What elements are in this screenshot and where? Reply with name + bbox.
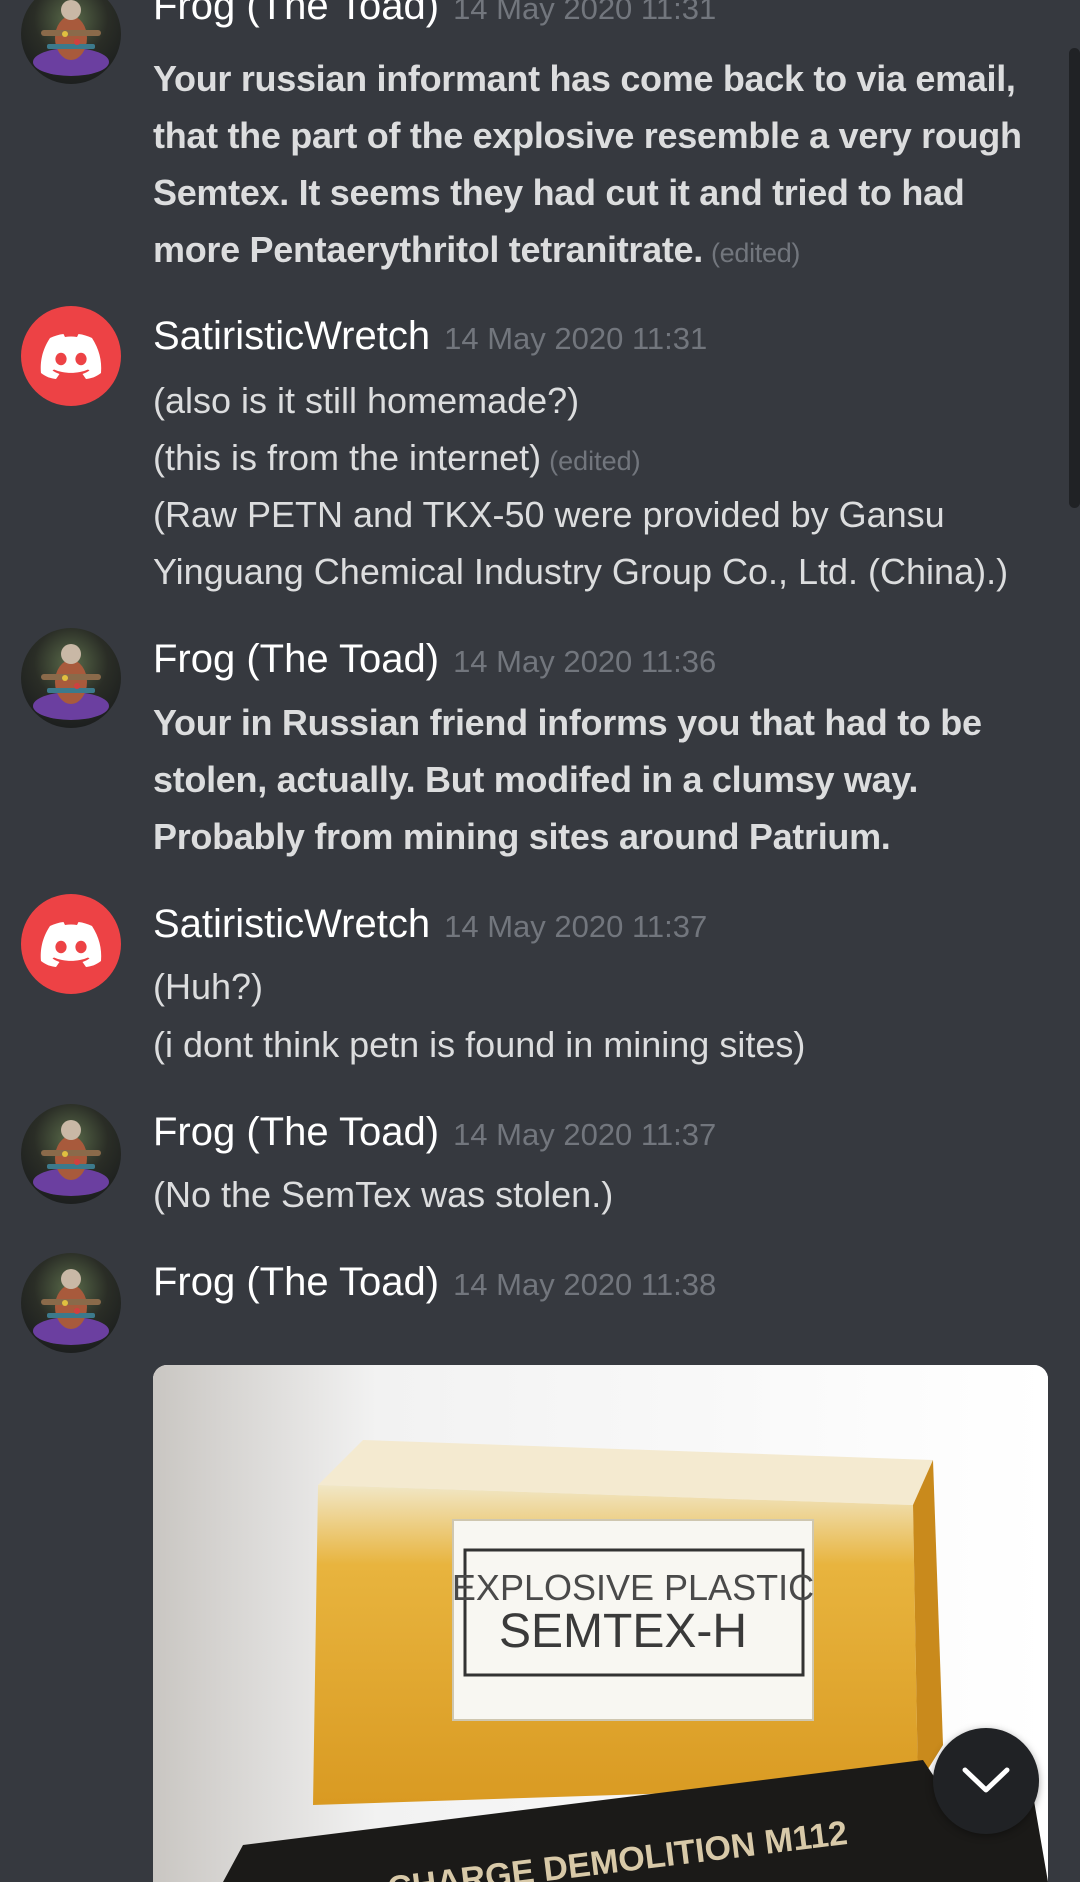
avatar[interactable] bbox=[21, 1253, 121, 1353]
message-text: Yinguang Chemical Industry Group Co., Lt… bbox=[153, 551, 1009, 592]
message-author[interactable]: Frog (The Toad) bbox=[153, 1110, 439, 1154]
frog-avatar-icon bbox=[33, 1269, 109, 1345]
message-text: Probably from mining sites around Patriu… bbox=[153, 816, 891, 857]
message-text: (No the SemTex was stolen.) bbox=[153, 1174, 614, 1215]
message-text: stolen, actually. But modifed in a clums… bbox=[153, 759, 919, 800]
message-timestamp: 14 May 2020 11:31 bbox=[453, 0, 717, 26]
message-text: (also is it still homemade?) bbox=[153, 380, 580, 421]
message-timestamp: 14 May 2020 11:37 bbox=[453, 1117, 717, 1152]
frog-avatar-icon bbox=[33, 644, 109, 720]
avatar[interactable] bbox=[21, 894, 121, 994]
label-text-line1: EXPLOSIVE PLASTIC bbox=[452, 1567, 814, 1608]
message-text: that the part of the explosive resemble … bbox=[153, 115, 1022, 156]
message-text: Your russian informant has come back to … bbox=[153, 58, 1016, 99]
label-text-line2: SEMTEX-H bbox=[499, 1605, 747, 1658]
message-text-segment: (this is from the internet) bbox=[153, 437, 542, 478]
message-author[interactable]: SatiristicWretch bbox=[153, 902, 430, 946]
chevron-down-icon bbox=[962, 1767, 1010, 1793]
message-text: Semtex. It seems they had cut it and tri… bbox=[153, 172, 965, 213]
message-timestamp: 14 May 2020 11:36 bbox=[453, 644, 717, 679]
scroll-to-bottom-button[interactable] bbox=[933, 1728, 1039, 1834]
image-attachment[interactable]: EXPLOSIVE PLASTIC SEMTEX-H CHARGE DEMOLI… bbox=[153, 1365, 1048, 1882]
edited-label: (edited) bbox=[710, 238, 801, 268]
message-author[interactable]: Frog (The Toad) bbox=[153, 637, 439, 681]
frog-avatar-icon bbox=[33, 1120, 109, 1196]
message-text-segment: more Pentaerythritol tetranitrate. bbox=[153, 229, 703, 270]
avatar[interactable] bbox=[21, 0, 121, 84]
frog-avatar-icon bbox=[33, 0, 109, 76]
message-timestamp: 14 May 2020 11:37 bbox=[444, 909, 708, 944]
message-author[interactable]: SatiristicWretch bbox=[153, 314, 430, 358]
message-text: Your in Russian friend informs you that … bbox=[153, 702, 982, 743]
discord-logo-icon bbox=[40, 334, 102, 379]
message-text: (Huh?) bbox=[153, 966, 264, 1007]
message-text: more Pentaerythritol tetranitrate. (edite… bbox=[153, 221, 800, 282]
message-text: (i dont think petn is found in mining si… bbox=[153, 1024, 806, 1065]
message-author[interactable]: Frog (The Toad) bbox=[153, 1260, 439, 1304]
message-text: (Raw PETN and TKX-50 were provided by Ga… bbox=[153, 494, 945, 535]
message-timestamp: 14 May 2020 11:31 bbox=[444, 321, 708, 356]
avatar[interactable] bbox=[21, 628, 121, 728]
avatar[interactable] bbox=[21, 1104, 121, 1204]
avatar[interactable] bbox=[21, 306, 121, 406]
semtex-photo: EXPLOSIVE PLASTIC SEMTEX-H CHARGE DEMOLI… bbox=[153, 1365, 1048, 1882]
edited-label: (edited) bbox=[549, 446, 641, 476]
message-timestamp: 14 May 2020 11:38 bbox=[453, 1267, 717, 1302]
scrollbar[interactable] bbox=[1069, 48, 1080, 508]
discord-logo-icon bbox=[40, 922, 102, 967]
message-text: (this is from the internet) (edited) bbox=[153, 429, 641, 490]
message-author[interactable]: Frog (The Toad) bbox=[153, 0, 439, 28]
